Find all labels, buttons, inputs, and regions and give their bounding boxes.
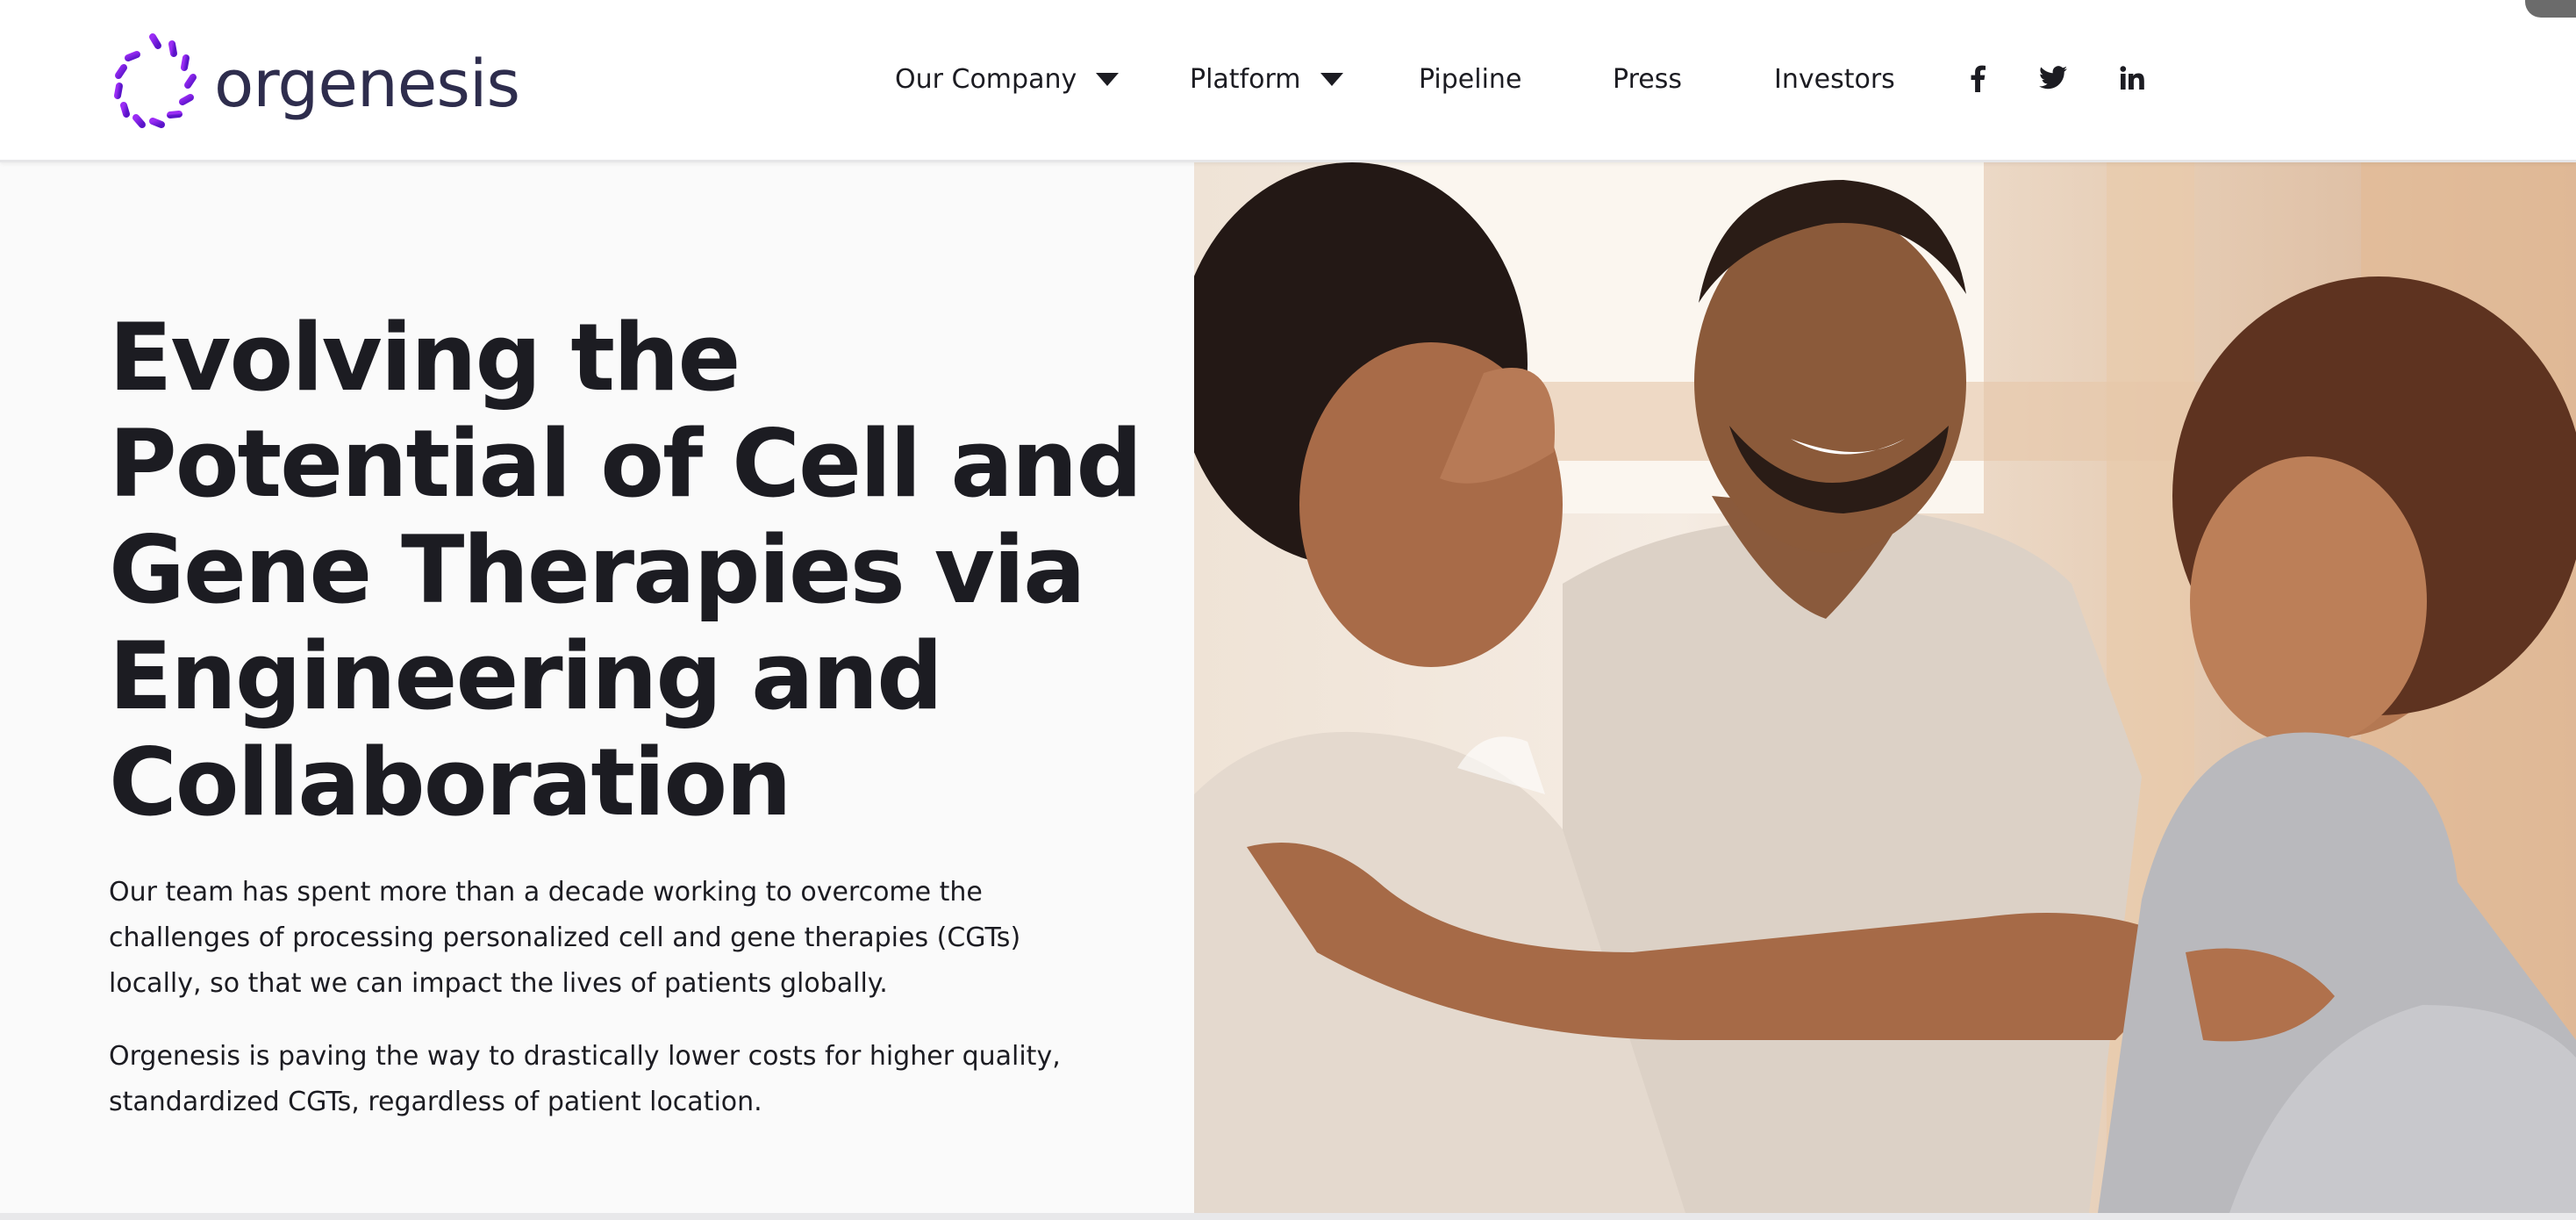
brand-name: orgenesis (214, 47, 520, 122)
nav-platform[interactable]: Platform (1190, 54, 1343, 104)
hero-paragraph-2: Orgenesis is paving the way to drastical… (109, 1041, 1061, 1117)
headline-line: Evolving the (109, 304, 741, 412)
headline-line: Engineering and (109, 622, 943, 730)
nav-label: Press (1613, 63, 1682, 95)
hero-paragraph-1: Our team has spent more than a decade wo… (109, 877, 1021, 999)
hero-headline: Evolving the Potential of Cell and Gene … (109, 305, 1162, 836)
facebook-link[interactable] (1960, 58, 1995, 98)
family-photo-illustration (1194, 162, 2576, 1213)
nav-press[interactable]: Press (1613, 54, 1682, 104)
hero-text-panel: Evolving the Potential of Cell and Gene … (0, 162, 1194, 1213)
linkedin-link[interactable] (2114, 58, 2150, 98)
nav-investors[interactable]: Investors (1774, 54, 1895, 104)
facebook-icon (1971, 65, 1986, 92)
brand-logo[interactable]: orgenesis (109, 32, 520, 135)
headline-line: Potential of Cell and (109, 410, 1142, 518)
nav-label: Platform (1190, 63, 1301, 95)
twitter-icon (2039, 66, 2067, 90)
nav-label: Investors (1774, 63, 1895, 95)
headline-line: Collaboration (109, 728, 792, 836)
nav-our-company[interactable]: Our Company (895, 54, 1120, 104)
logo-ring-icon (114, 33, 197, 128)
chevron-down-icon (1096, 72, 1120, 86)
browser-corner-tab (2525, 0, 2576, 18)
headline-line: Gene Therapies via (109, 516, 1086, 624)
twitter-link[interactable] (2036, 58, 2071, 98)
linkedin-icon (2120, 66, 2144, 90)
nav-label: Pipeline (1419, 63, 1522, 95)
bottom-edge-bar (0, 1213, 2576, 1220)
family-photo (1194, 162, 2576, 1213)
nav-label: Our Company (895, 63, 1077, 95)
site-header: orgenesis Our Company Platform Pipeline … (0, 0, 2576, 162)
chevron-down-icon (1320, 72, 1343, 86)
nav-pipeline[interactable]: Pipeline (1419, 54, 1521, 104)
